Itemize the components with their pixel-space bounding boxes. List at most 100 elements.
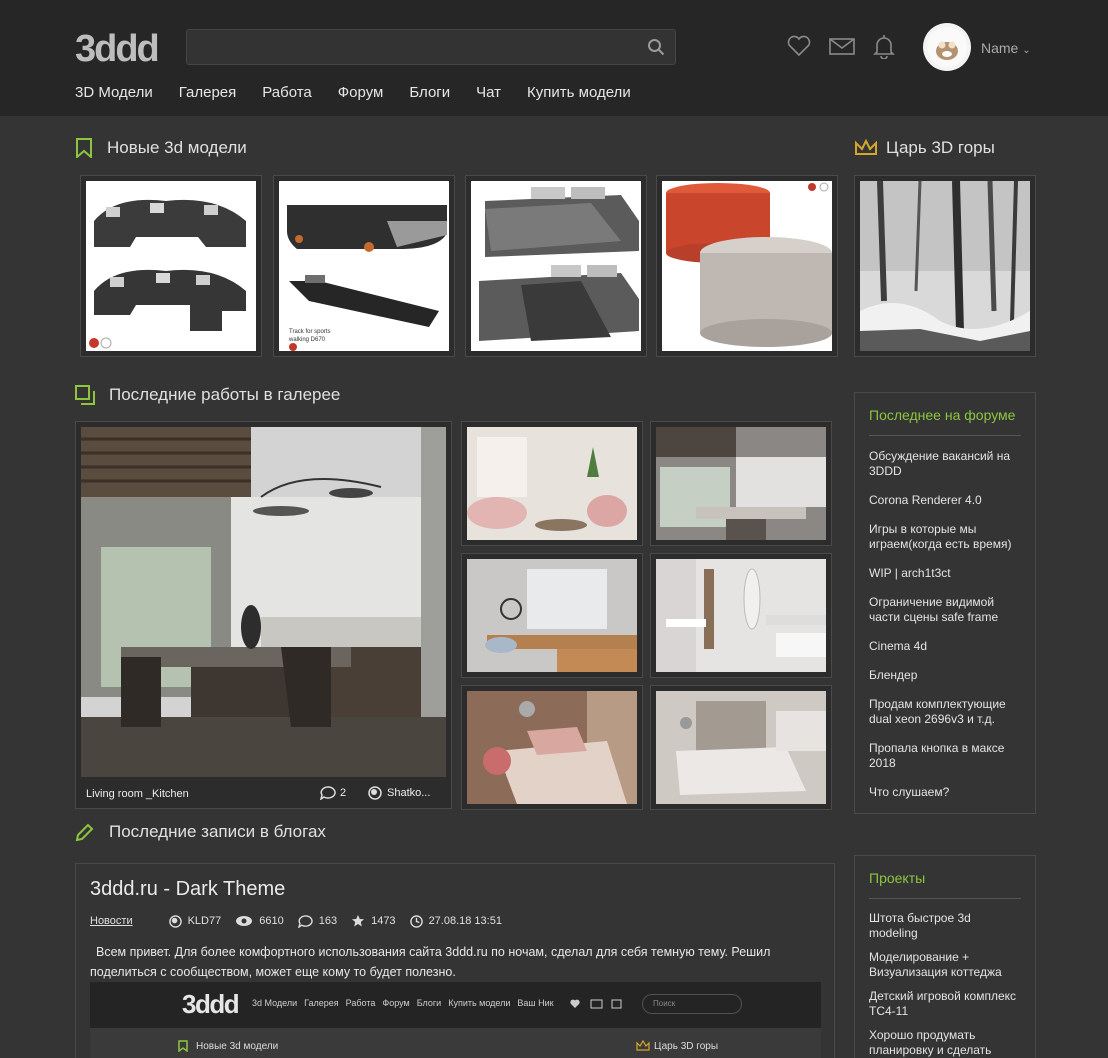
gallery-author[interactable]: Shatko... <box>368 786 430 800</box>
views-count: 6610 <box>259 915 284 927</box>
forum-item[interactable]: Corona Renderer 4.0 <box>869 493 1021 508</box>
user-menu[interactable]: Name ⌄ <box>981 40 1031 56</box>
screenshot-nav-item: Работа <box>345 998 376 1008</box>
gallery-main-tile[interactable]: Living room _Kitchen 2 Shatko... <box>75 421 452 809</box>
rating-count: 1473 <box>371 915 396 927</box>
king-heading: Царь 3D горы <box>854 138 995 158</box>
project-item[interactable]: Моделирование + Визуализация коттеджа <box>869 950 1021 980</box>
nav-item-chat[interactable]: Чат <box>476 84 501 101</box>
blog-comments[interactable]: 163 <box>297 914 337 928</box>
screenshot-logo: 3ddd <box>182 990 240 1018</box>
model-tile[interactable]: Track for sports walking D670 <box>273 175 455 357</box>
forum-item[interactable]: Продам комплектующие dual xeon 2696v3 и … <box>869 697 1021 727</box>
gallery-tile[interactable] <box>461 421 643 546</box>
gallery-heading: Последние работы в галерее <box>75 385 340 405</box>
mail-icon[interactable] <box>829 33 855 59</box>
forum-panel: Последнее на форуме Обсуждение вакансий … <box>854 392 1036 814</box>
nav-item-forum[interactable]: Форум <box>338 84 384 101</box>
model-thumbnail: Track for sports walking D670 <box>279 181 449 351</box>
gallery-thumbnail <box>467 427 637 540</box>
crown-icon <box>636 1040 650 1051</box>
nav-item-3d-models[interactable]: 3D Модели <box>75 84 153 101</box>
gallery-comments[interactable]: 2 <box>320 786 346 800</box>
eye-icon <box>236 916 253 926</box>
forum-item[interactable]: Обсуждение вакансий на 3DDD <box>869 449 1021 479</box>
screenshot-nav: 3d Модели Галерея Работа Форум Блоги Куп… <box>252 998 554 1008</box>
search-input[interactable] <box>187 30 675 64</box>
search-box <box>186 29 676 65</box>
blog-views: 6610 <box>235 915 284 927</box>
avatar[interactable] <box>923 23 971 71</box>
blog-author[interactable]: KLD77 <box>168 914 222 928</box>
model-tile[interactable] <box>80 175 262 357</box>
gallery-thumbnail <box>467 559 637 672</box>
model-tile[interactable] <box>465 175 647 357</box>
gallery-tile[interactable] <box>461 553 643 678</box>
blog-excerpt: Всем привет. Для более комфортного испол… <box>90 945 771 979</box>
projects-list: Штота быстрое 3d modeling Моделирование … <box>869 911 1021 1058</box>
forum-item[interactable]: WIP | arch1t3ct <box>869 566 1021 581</box>
nav-item-buy-models[interactable]: Купить модели <box>527 84 631 101</box>
blog-screenshot: 3ddd 3d Модели Галерея Работа Форум Блог… <box>90 982 821 1058</box>
heart-icon[interactable] <box>786 33 812 59</box>
project-item[interactable]: Хорошо продумать планировку и сделать ра… <box>869 1028 1021 1058</box>
author-name: Shatko... <box>387 787 431 799</box>
nav-item-blogs[interactable]: Блоги <box>409 84 450 101</box>
forum-item[interactable]: Блендер <box>869 668 1021 683</box>
comment-icon <box>320 786 336 800</box>
model-thumbnail <box>86 181 256 351</box>
gallery-thumbnail <box>656 559 826 672</box>
site-logo[interactable]: 3ddd <box>75 28 160 68</box>
forum-item[interactable]: Ограничение видимой части сцены safe fra… <box>869 595 1021 625</box>
main-nav: 3D Модели Галерея Работа Форум Блоги Чат… <box>75 84 631 101</box>
user-avatar-icon <box>927 27 967 67</box>
star-icon <box>352 915 365 927</box>
projects-panel-title: Проекты <box>869 870 1021 899</box>
forum-item[interactable]: Что слушаем? <box>869 785 1021 800</box>
blog-category-link[interactable]: Новости <box>90 915 133 927</box>
project-item[interactable]: Детский игровой комплекс ТС4-11 <box>869 989 1021 1019</box>
section-title: Новые 3d модели <box>107 138 247 157</box>
nav-item-gallery[interactable]: Галерея <box>179 84 237 101</box>
bell-icon[interactable] <box>871 33 897 59</box>
pencil-icon <box>75 823 94 842</box>
gallery-tile[interactable] <box>650 685 832 810</box>
bookmark-icon <box>76 138 92 158</box>
new-models-heading: Новые 3d модели <box>75 138 247 158</box>
king-thumbnail <box>860 181 1030 351</box>
section-title: Последние записи в блогах <box>109 822 326 841</box>
project-item[interactable]: Штота быстрое 3d modeling <box>869 911 1021 941</box>
model-tile[interactable] <box>656 175 838 357</box>
blog-title[interactable]: 3ddd.ru - Dark Theme <box>90 878 285 901</box>
gallery-tile[interactable] <box>461 685 643 810</box>
chevron-down-icon: ⌄ <box>1022 45 1031 56</box>
screenshot-heading-right: Царь 3D горы <box>636 1040 718 1052</box>
section-title: Последние работы в галерее <box>109 385 341 404</box>
screenshot-nav-item: Купить модели <box>448 998 511 1008</box>
search-icon[interactable] <box>647 38 665 56</box>
nav-item-work[interactable]: Работа <box>262 84 312 101</box>
screenshot-search: Поиск <box>642 994 742 1014</box>
forum-item[interactable]: Cinema 4d <box>869 639 1021 654</box>
author-name: KLD77 <box>187 915 222 927</box>
forum-item[interactable]: Пропала кнопка в максе 2018 <box>869 741 1021 771</box>
model-thumbnail <box>662 181 832 351</box>
gallery-caption[interactable]: Living room _Kitchen <box>86 788 189 800</box>
screenshot-nav-item: Ваш Ник <box>517 998 554 1008</box>
king-image-tile[interactable] <box>854 175 1036 357</box>
gallery-main-image <box>81 427 446 777</box>
gallery-thumbnail <box>656 427 826 540</box>
forum-item[interactable]: Игры в которые мы играем(когда есть врем… <box>869 522 1021 552</box>
screenshot-icons <box>570 999 622 1009</box>
screenshot-nav-item: Форум <box>382 998 410 1008</box>
gallery-tile[interactable] <box>650 553 832 678</box>
svg-text:Track for sports: Track for sports <box>289 329 330 335</box>
user-icon <box>168 914 182 928</box>
gallery-tile[interactable] <box>650 421 832 546</box>
forum-panel-title: Последнее на форуме <box>869 407 1021 436</box>
section-title: Царь 3D горы <box>886 138 995 157</box>
screenshot-nav-item: Блоги <box>416 998 442 1008</box>
svg-text:walking D670: walking D670 <box>288 337 326 343</box>
comment-icon <box>297 914 313 928</box>
post-date: 27.08.18 13:51 <box>428 915 502 927</box>
